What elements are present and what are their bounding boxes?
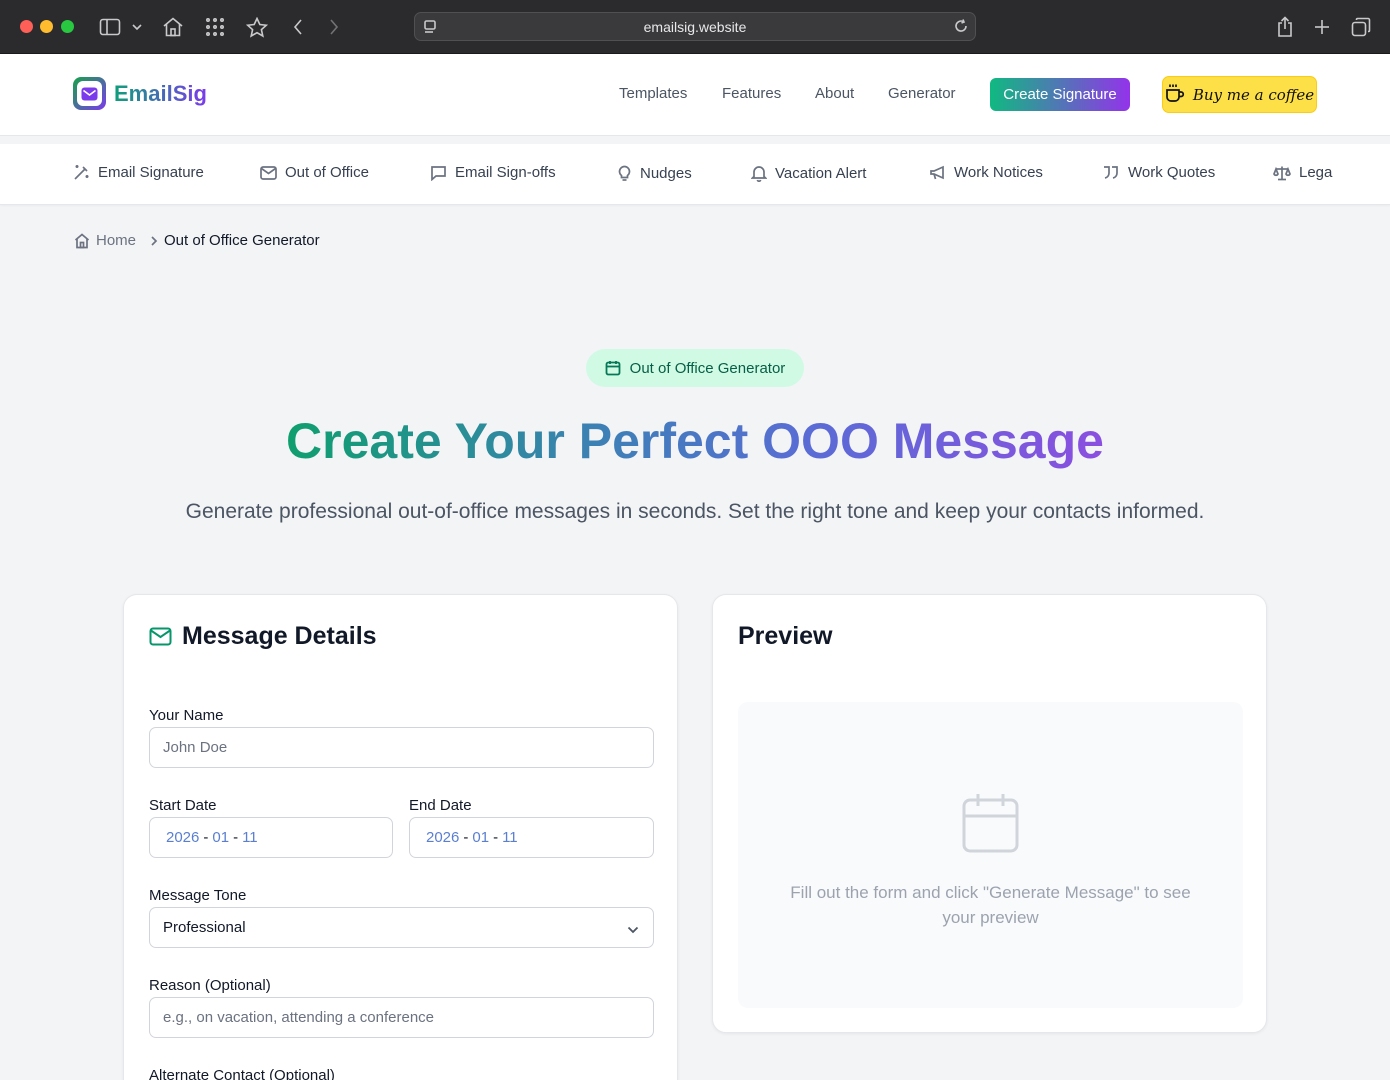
preview-heading: Preview <box>738 622 833 650</box>
chevron-down-icon[interactable] <box>128 15 146 39</box>
end-month[interactable]: 01 <box>472 829 489 846</box>
preview-card: Preview Fill out the form and click "Gen… <box>712 594 1267 1033</box>
tool-vacation-alert[interactable]: Vacation Alert <box>751 164 866 182</box>
nav-about[interactable]: About <box>815 85 854 102</box>
name-placeholder: John Doe <box>163 739 228 756</box>
tool-badge-label: Out of Office Generator <box>629 359 786 377</box>
reason-placeholder: e.g., on vacation, attending a conferenc… <box>163 1009 435 1026</box>
share-icon[interactable] <box>1273 15 1297 39</box>
coffee-cup-icon <box>1165 83 1185 107</box>
message-details-heading: Message Details <box>149 622 377 651</box>
tool-label: Work Quotes <box>1128 164 1216 181</box>
brand-name[interactable]: EmailSig <box>114 81 207 107</box>
chevron-down-icon <box>627 921 639 938</box>
tool-label: Email Signature <box>98 164 204 181</box>
start-date-label: Start Date <box>149 797 217 814</box>
mail-icon <box>149 627 172 646</box>
scale-icon <box>1273 166 1291 180</box>
nav-templates[interactable]: Templates <box>619 85 687 102</box>
end-day[interactable]: 11 <box>502 829 518 846</box>
home-icon <box>74 232 90 248</box>
tool-work-quotes[interactable]: Work Quotes <box>1102 164 1215 181</box>
tool-label: Out of Office <box>285 164 369 181</box>
calendar-icon <box>605 361 621 376</box>
start-year[interactable]: 2026 <box>166 829 199 846</box>
nav-features[interactable]: Features <box>722 85 781 102</box>
tool-out-of-office[interactable]: Out of Office <box>260 164 369 181</box>
forward-arrow-icon[interactable] <box>322 15 346 39</box>
start-day[interactable]: 11 <box>242 829 258 846</box>
tool-email-signature[interactable]: Email Signature <box>73 164 204 181</box>
date-separator: - <box>463 829 469 846</box>
alternate-contact-label: Alternate Contact (Optional) <box>149 1067 335 1080</box>
reason-input[interactable]: e.g., on vacation, attending a conferenc… <box>149 997 654 1038</box>
tool-email-sign-offs[interactable]: Email Sign-offs <box>430 164 556 181</box>
preview-empty-message: Fill out the form and click "Generate Me… <box>790 883 1191 927</box>
tool-nudges[interactable]: Nudges <box>617 164 692 182</box>
tab-overview-icon[interactable] <box>1349 15 1373 39</box>
megaphone-icon <box>930 165 944 179</box>
bookmark-star-icon[interactable] <box>245 15 269 39</box>
site-header: EmailSig Templates Features About Genera… <box>0 54 1390 136</box>
tool-label: Vacation Alert <box>775 164 867 182</box>
message-details-card: Message Details Your Name John Doe Start… <box>123 594 678 1080</box>
url-text: emailsig.website <box>643 18 747 35</box>
reload-icon[interactable] <box>953 18 969 39</box>
logo-icon[interactable] <box>73 77 106 110</box>
tool-label: Work Notices <box>954 164 1043 181</box>
end-year[interactable]: 2026 <box>426 829 459 846</box>
tools-nav: Email Signature Out of Office Email Sign… <box>0 144 1390 205</box>
end-date-input[interactable]: 2026 - 01 - 11 <box>409 817 654 858</box>
tool-label: Email Sign-offs <box>455 164 556 181</box>
bell-icon <box>751 166 767 182</box>
coffee-label: Buy me a coffee <box>1192 85 1315 104</box>
reason-label: Reason (Optional) <box>149 977 271 994</box>
chevron-right-icon <box>151 235 158 246</box>
name-input[interactable]: John Doe <box>149 727 654 768</box>
address-bar[interactable]: emailsig.website <box>414 12 976 41</box>
start-date-input[interactable]: 2026 - 01 - 11 <box>149 817 393 858</box>
page-title: Create Your Perfect OOO Message <box>286 413 1104 469</box>
browser-toolbar: emailsig.website <box>0 0 1390 54</box>
create-signature-button[interactable]: Create Signature <box>990 78 1130 111</box>
page-subtitle: Generate professional out-of-office mess… <box>185 500 1205 523</box>
magic-wand-icon <box>74 165 89 180</box>
new-tab-icon[interactable] <box>1310 15 1334 39</box>
message-icon <box>431 165 446 181</box>
calendar-icon <box>962 794 1019 853</box>
sidebar-toggle-icon[interactable] <box>98 15 122 39</box>
tool-label: Nudges <box>640 164 692 182</box>
tool-work-notices[interactable]: Work Notices <box>929 164 1043 181</box>
buy-me-a-coffee-button[interactable]: Buy me a coffee <box>1162 76 1317 113</box>
name-label: Your Name <box>149 707 224 724</box>
home-icon[interactable] <box>161 15 185 39</box>
date-separator: - <box>493 829 499 846</box>
page-menu-icon[interactable] <box>423 19 439 40</box>
end-date-label: End Date <box>409 797 472 814</box>
mail-icon <box>260 165 277 180</box>
tool-badge: Out of Office Generator <box>586 349 804 387</box>
breadcrumb: Home Out of Office Generator <box>74 232 320 249</box>
breadcrumb-home[interactable]: Home <box>96 232 136 249</box>
lightbulb-icon <box>618 165 631 181</box>
apps-grid-icon[interactable] <box>203 15 227 39</box>
date-separator: - <box>233 829 239 846</box>
nav-generator[interactable]: Generator <box>888 85 956 102</box>
breadcrumb-current: Out of Office Generator <box>164 232 320 249</box>
back-arrow-icon[interactable] <box>286 15 310 39</box>
tone-label: Message Tone <box>149 887 247 904</box>
tone-select[interactable]: Professional <box>149 907 654 948</box>
tone-value: Professional <box>163 919 246 936</box>
quote-icon <box>1104 165 1118 179</box>
tool-legal[interactable]: Lega <box>1273 164 1332 181</box>
date-separator: - <box>203 829 209 846</box>
close-window-button[interactable] <box>20 20 33 33</box>
minimize-window-button[interactable] <box>40 20 53 33</box>
preview-placeholder: Fill out the form and click "Generate Me… <box>738 702 1243 1008</box>
maximize-window-button[interactable] <box>61 20 74 33</box>
start-month[interactable]: 01 <box>212 829 229 846</box>
tool-label: Lega <box>1299 164 1333 181</box>
